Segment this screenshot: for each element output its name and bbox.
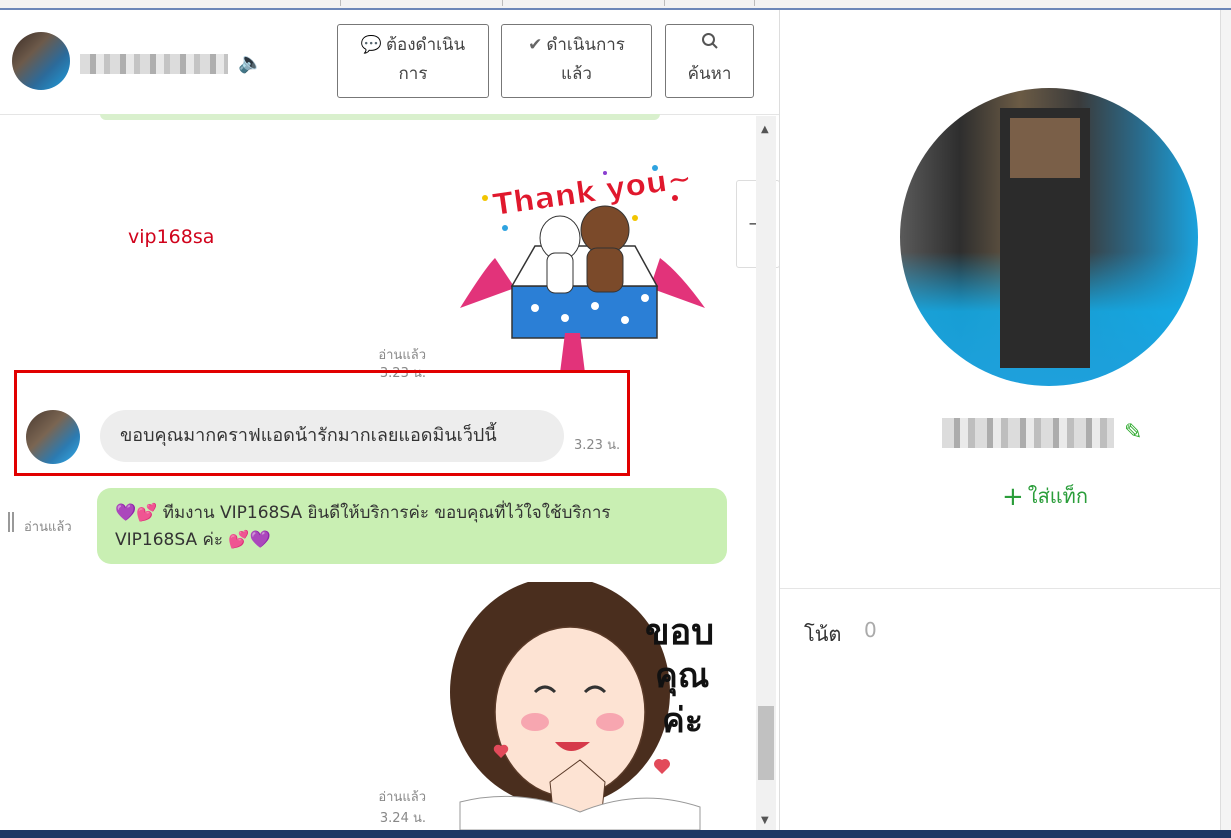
plus-icon: + [1002, 482, 1024, 512]
sender-avatar[interactable] [26, 410, 80, 464]
pending-label-line2: การ [398, 64, 428, 84]
sticker-text: ขอบ [645, 612, 714, 653]
profile-divider [780, 588, 1220, 589]
taskbar [0, 830, 1231, 838]
incoming-message-bubble[interactable]: ขอบคุณมากคราฟแอดน้ารักมากเลยแอดมินเว็ปนี… [100, 410, 564, 462]
outgoing-message-bubble[interactable]: 💜💕 ทีมงาน VIP168SA ยินดีให้บริการค่ะ ขอบ… [97, 488, 727, 564]
profile-panel: ✎ + ใส่แท็ก โน้ต 0 [780, 10, 1220, 830]
profile-photo-face [1010, 118, 1080, 178]
add-tag-label: ใส่แท็ก [1027, 484, 1088, 508]
profile-name-blurred [942, 418, 1114, 448]
search-label: ค้นหา [687, 64, 732, 84]
pending-button[interactable]: 💬 ต้องดำเนิน การ [337, 24, 489, 98]
top-bar-divider [340, 0, 341, 6]
chat-panel: 🔈 💬 ต้องดำเนิน การ ✔ ดำเนินการ แล้ว ค้นหา … [0, 10, 780, 830]
read-status: อ่านแล้ว [378, 790, 426, 805]
search-icon [666, 31, 753, 60]
contact-name-blurred [80, 54, 228, 74]
incoming-time: 3.23 น. [574, 438, 621, 453]
chat-scrollbar[interactable]: ▲ ▼ [756, 116, 776, 830]
read-status: อ่านแล้ว [24, 520, 72, 535]
chat-header: 🔈 💬 ต้องดำเนิน การ ✔ ดำเนินการ แล้ว ค้นหา [0, 10, 779, 115]
message-time: 3.24 น. [379, 811, 426, 826]
previous-message-bubble-edge [100, 114, 660, 120]
contact-avatar[interactable] [12, 32, 70, 90]
khob-khun-sticker[interactable]: ขอบ คุณ ค่ะ [440, 582, 740, 830]
search-button[interactable]: ค้นหา [665, 24, 754, 98]
done-label-line1: ดำเนินการ [546, 35, 625, 55]
outgoing-text-line2: VIP168SA ค่ะ 💕💜 [115, 530, 271, 550]
note-count: 0 [864, 618, 877, 642]
scroll-up-arrow-icon[interactable]: ▲ [761, 124, 769, 135]
add-tag-button[interactable]: + ใส่แท็ก [1002, 480, 1088, 512]
window-right-edge [1220, 10, 1231, 830]
check-bubble-icon: ✔ [528, 35, 543, 55]
window-top-bar [0, 0, 1231, 10]
sticker-text: คุณ [655, 656, 709, 697]
pending-label-line1: ต้องดำเนิน [385, 35, 466, 55]
top-bar-divider [754, 0, 755, 6]
profile-photo[interactable] [900, 88, 1198, 386]
watermark-text: vip168sa [128, 226, 215, 248]
note-label[interactable]: โน้ต [804, 618, 841, 650]
chat-bubble-icon: 💬 [360, 35, 382, 55]
scroll-down-arrow-icon[interactable]: ▼ [761, 815, 769, 826]
sticker-text: ค่ะ [662, 701, 703, 741]
done-label-line2: แล้ว [561, 64, 592, 84]
pencil-icon[interactable]: ✎ [1124, 420, 1142, 445]
thank-you-sticker[interactable]: Thank you~ [455, 158, 710, 373]
drag-handle[interactable] [8, 512, 14, 532]
outgoing-text-line1: 💜💕 ทีมงาน VIP168SA ยินดีให้บริการค่ะ ขอบ… [115, 503, 611, 523]
scrollbar-thumb[interactable] [758, 706, 774, 780]
done-button[interactable]: ✔ ดำเนินการ แล้ว [501, 24, 652, 98]
top-bar-divider [664, 0, 665, 6]
speaker-icon[interactable]: 🔈 [238, 50, 263, 74]
top-bar-divider [502, 0, 503, 6]
